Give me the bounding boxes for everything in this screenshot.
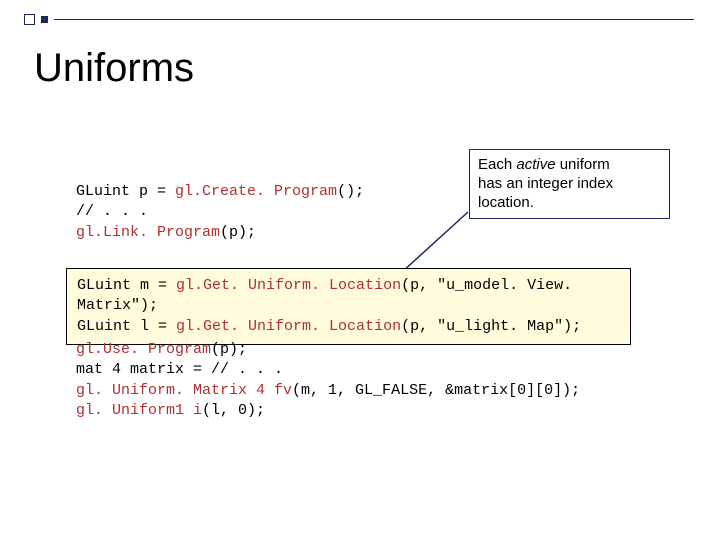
callout-box: Each active uniform has an integer index… xyxy=(469,149,670,219)
code-highlight: gl. Uniform. Matrix 4 fv xyxy=(76,382,292,399)
code-text: GLuint p = xyxy=(76,183,175,200)
code-block-setup: GLuint p = gl.Create. Program(); // . . … xyxy=(76,182,364,243)
code-highlight: gl.Link. Program xyxy=(76,224,220,241)
code-text: mat 4 matrix = // . . . xyxy=(76,360,580,380)
code-text: GLuint l = xyxy=(77,318,176,335)
code-highlight: gl.Create. Program xyxy=(175,183,337,200)
code-text: (l, 0); xyxy=(202,402,265,419)
header-decoration xyxy=(24,14,694,25)
code-text: // . . . xyxy=(76,202,364,222)
code-highlight: gl. Uniform1 i xyxy=(76,402,202,419)
code-highlight: gl.Get. Uniform. Location xyxy=(176,318,401,335)
code-text: GLuint m = xyxy=(77,277,176,294)
code-text: (m, 1, GL_FALSE, &matrix[0][0]); xyxy=(292,382,580,399)
code-text: (); xyxy=(337,183,364,200)
code-highlight: gl.Get. Uniform. Location xyxy=(176,277,401,294)
code-highlight: gl.Use. Program xyxy=(76,341,211,358)
code-text: (p); xyxy=(211,341,247,358)
callout-text: has an integer index xyxy=(478,175,613,192)
deco-square-outline xyxy=(24,14,35,25)
callout-text: uniform xyxy=(556,156,610,173)
code-text: (p, "u_light. Map"); xyxy=(401,318,581,335)
callout-emphasis: active xyxy=(516,156,555,173)
slide-title: Uniforms xyxy=(34,46,194,91)
deco-square-filled xyxy=(41,16,48,23)
code-box-highlighted: GLuint m = gl.Get. Uniform. Location(p, … xyxy=(66,268,631,345)
deco-line xyxy=(54,19,694,21)
callout-text: location. xyxy=(478,194,534,211)
code-text: (p); xyxy=(220,224,256,241)
code-block-usage: gl.Use. Program(p); mat 4 matrix = // . … xyxy=(76,340,580,421)
callout-text: Each xyxy=(478,156,516,173)
